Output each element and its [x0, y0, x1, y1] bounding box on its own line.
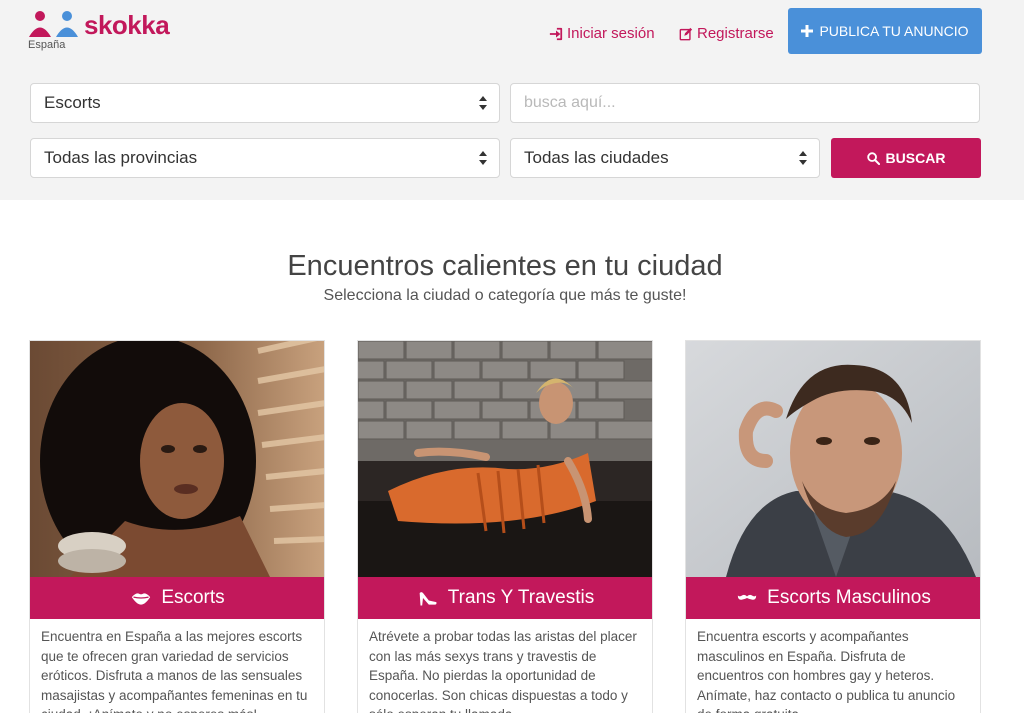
select-arrows-icon: [799, 151, 807, 165]
city-select[interactable]: Todas las ciudades: [510, 138, 820, 178]
select-arrows-icon: [479, 151, 487, 165]
search-button[interactable]: BUSCAR: [831, 138, 981, 178]
category-value: Escorts: [44, 93, 101, 112]
mustache-icon: [737, 594, 757, 600]
logo-text: skokka: [84, 10, 170, 40]
trans-photo: [358, 341, 652, 577]
register-label: Registrarse: [697, 25, 774, 42]
select-arrows-icon: [479, 96, 487, 110]
category-description: Atrévete a probar todas las aristas del …: [369, 629, 637, 713]
category-select[interactable]: Escorts: [30, 83, 500, 123]
category-title: Trans Y Travestis: [447, 587, 595, 608]
high-heel-icon: [419, 592, 437, 606]
search-button-label: BUSCAR: [885, 150, 946, 166]
category-card-trans[interactable]: Trans Y Travestis Atrévete a probar toda…: [357, 340, 653, 713]
plus-icon: [801, 25, 814, 37]
search-icon: [866, 151, 880, 165]
lips-icon: [132, 593, 151, 605]
logo-icon: [29, 11, 78, 37]
category-title: Escorts Masculinos: [767, 587, 931, 608]
sign-in-icon: [549, 27, 563, 40]
category-card-male[interactable]: Escorts Masculinos Encuentra escorts y a…: [685, 340, 981, 713]
category-title: Escorts: [161, 587, 225, 608]
category-description: Encuentra escorts y acompañantes masculi…: [697, 629, 956, 713]
province-select[interactable]: Todas las provincias: [30, 138, 500, 178]
edit-icon: [679, 27, 693, 40]
category-title-bar: Escorts: [30, 577, 324, 619]
search-input[interactable]: [510, 83, 980, 123]
province-value: Todas las provincias: [44, 148, 198, 167]
category-title-bar: Escorts Masculinos: [686, 577, 980, 619]
city-value: Todas las ciudades: [524, 148, 669, 167]
publish-label: PUBLICA TU ANUNCIO: [819, 23, 969, 39]
page-subtitle: Selecciona la ciudad o categoría que más…: [323, 287, 687, 304]
publish-ad-button[interactable]: PUBLICA TU ANUNCIO: [788, 8, 982, 54]
logo-country: España: [28, 39, 66, 51]
male-escorts-photo: [686, 341, 980, 577]
register-link[interactable]: Registrarse: [679, 25, 774, 42]
login-link[interactable]: Iniciar sesión: [549, 25, 655, 42]
page-title: Encuentros calientes en tu ciudad: [287, 250, 723, 282]
category-description: Encuentra en España a las mejores escort…: [41, 629, 308, 713]
category-card-escorts[interactable]: Escorts Encuentra en España a las mejore…: [29, 340, 325, 713]
login-label: Iniciar sesión: [567, 25, 655, 42]
category-title-bar: Trans Y Travestis: [358, 577, 652, 619]
escorts-photo: [30, 341, 324, 577]
